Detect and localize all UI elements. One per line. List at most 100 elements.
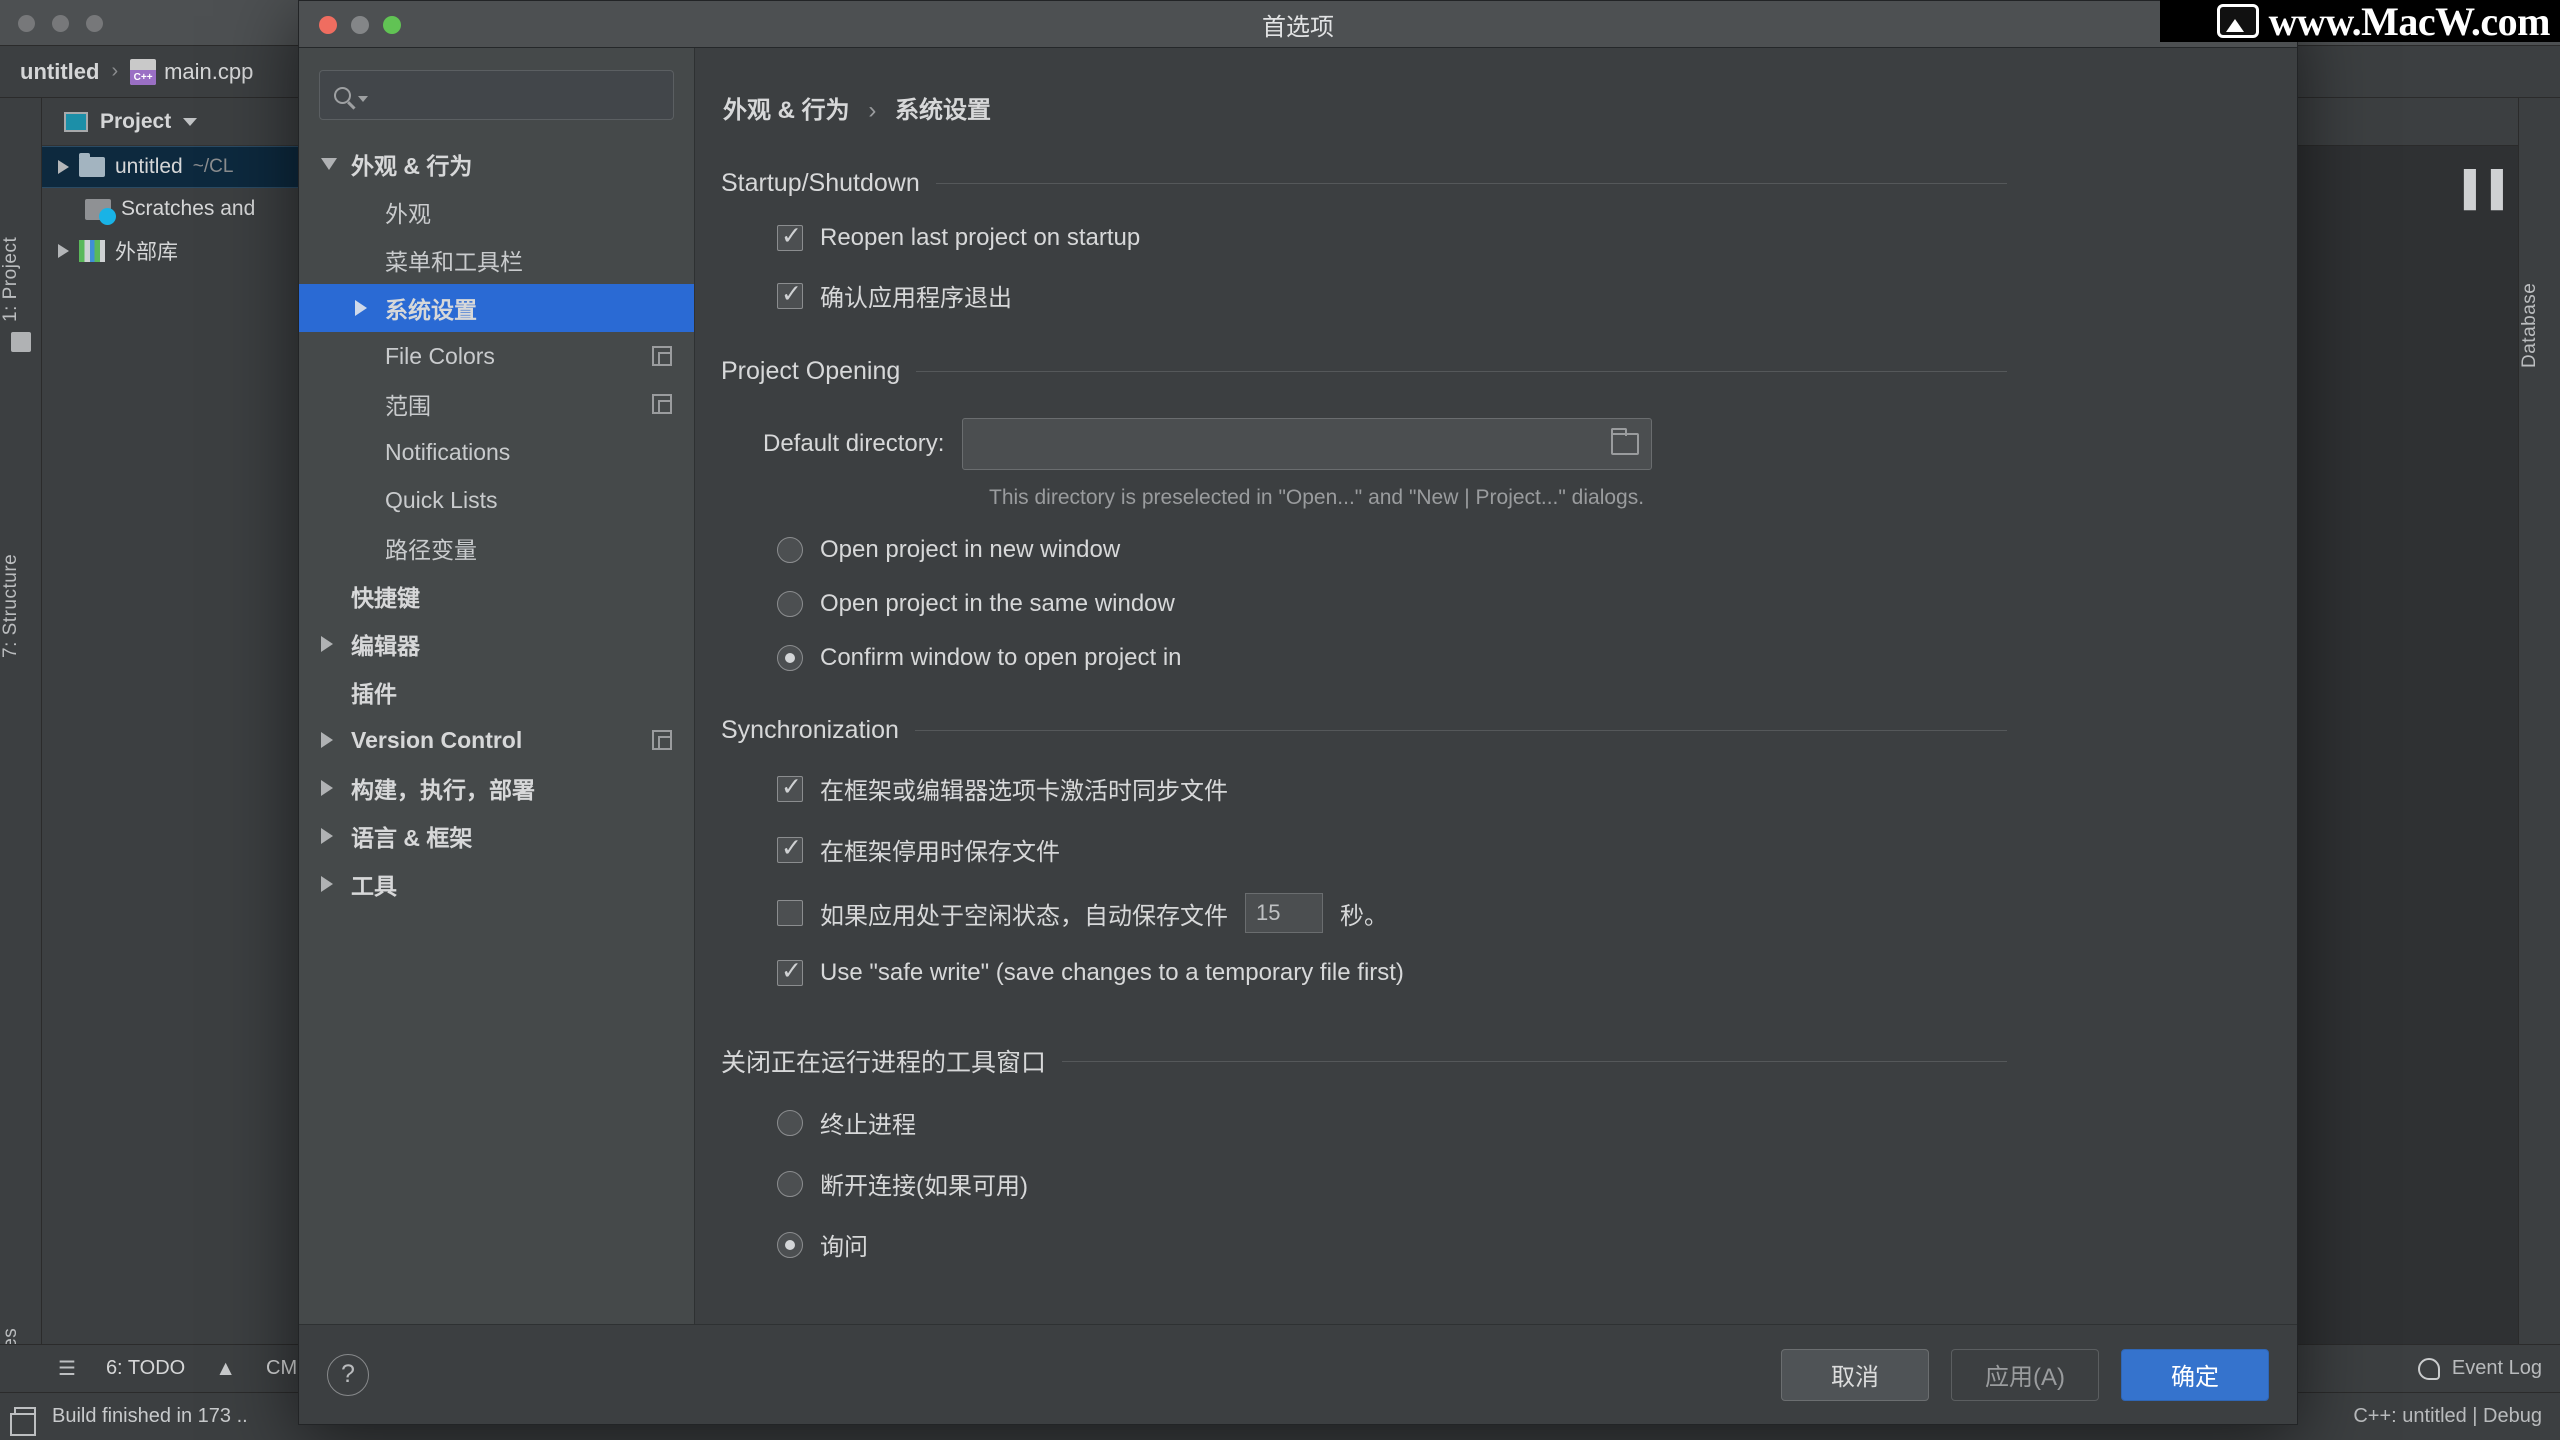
default-directory-field[interactable] <box>962 418 1653 470</box>
settings-category-item[interactable]: 工具 <box>299 860 694 908</box>
settings-category-item[interactable]: Quick Lists <box>299 476 694 524</box>
settings-category-item[interactable]: 菜单和工具栏 <box>299 236 694 284</box>
todo-list-icon: ☰ <box>58 1358 76 1380</box>
project-tree-row-external-libraries[interactable]: 外部库 <box>42 230 299 272</box>
settings-category-item[interactable]: 路径变量 <box>299 524 694 572</box>
chevron-right-icon[interactable] <box>321 876 333 892</box>
checkbox-icon[interactable] <box>777 833 803 863</box>
project-panel-header[interactable]: Project <box>42 98 299 146</box>
help-button[interactable]: ? <box>327 1353 369 1396</box>
chevron-right-icon[interactable] <box>321 828 333 844</box>
search-input[interactable] <box>372 83 673 107</box>
tool-tab-database[interactable]: Database <box>2519 138 2560 368</box>
settings-category-item[interactable]: 系统设置 <box>299 284 694 332</box>
settings-category-label: 工具 <box>351 873 397 899</box>
autosave-seconds-input[interactable] <box>1256 900 1322 926</box>
radio-icon[interactable] <box>777 537 803 563</box>
chevron-right-icon[interactable] <box>58 160 69 174</box>
tool-tab-structure[interactable]: 7: Structure <box>0 428 42 658</box>
chevron-right-icon[interactable] <box>321 636 333 652</box>
close-button[interactable] <box>319 16 337 34</box>
chevron-down-icon[interactable] <box>321 158 337 170</box>
ok-button[interactable]: 确定 <box>2121 1348 2269 1401</box>
tool-tab-cmake[interactable]: CM <box>266 1357 297 1380</box>
settings-category-label: 插件 <box>351 681 397 707</box>
checkbox-icon[interactable] <box>777 279 803 309</box>
tool-tab-todo[interactable]: 6: TODO <box>106 1357 185 1380</box>
section-title: Startup/Shutdown <box>721 169 920 197</box>
ide-zoom-button[interactable] <box>86 15 103 32</box>
cancel-button[interactable]: 取消 <box>1781 1348 1929 1401</box>
tool-tab-project[interactable]: 1: Project <box>0 112 42 322</box>
checkbox-icon[interactable] <box>777 221 803 251</box>
zoom-button[interactable] <box>383 16 401 34</box>
checkbox-icon[interactable] <box>777 772 803 802</box>
chevron-down-icon[interactable] <box>183 117 198 126</box>
radio-open-same-window[interactable]: Open project in the same window <box>777 590 2297 618</box>
settings-category-item[interactable]: Version Control <box>299 716 694 764</box>
chevron-down-icon[interactable] <box>358 95 368 102</box>
breadcrumb-parent[interactable]: 外观 & 行为 <box>723 97 850 124</box>
breadcrumb-file[interactable]: main.cpp <box>164 59 253 85</box>
settings-category-item[interactable]: 构建，执行，部署 <box>299 764 694 812</box>
radio-icon[interactable] <box>777 591 803 617</box>
radio-icon[interactable] <box>777 1231 803 1258</box>
radio-label: Confirm window to open project in <box>820 644 1182 671</box>
settings-category-label: 范围 <box>385 393 431 419</box>
copy-settings-icon[interactable] <box>652 346 672 366</box>
project-panel-title: Project <box>100 109 172 133</box>
minimize-button[interactable] <box>351 16 369 34</box>
radio-ask[interactable]: 询问 <box>777 1227 2297 1262</box>
radio-open-new-window[interactable]: Open project in new window <box>777 536 2297 564</box>
chevron-right-icon[interactable] <box>58 244 69 258</box>
checkbox-label: 如果应用处于空闲状态，自动保存文件 <box>820 902 1228 930</box>
search-icon <box>334 86 351 104</box>
folder-open-icon[interactable] <box>1610 428 1640 455</box>
section-divider <box>916 371 2007 372</box>
settings-category-item[interactable]: Notifications <box>299 428 694 476</box>
checkbox-icon[interactable] <box>777 900 803 926</box>
radio-icon[interactable] <box>777 1170 803 1197</box>
chevron-right-icon[interactable] <box>355 300 367 316</box>
checkbox-autosave-idle-row[interactable]: 如果应用处于空闲状态，自动保存文件 秒。 <box>777 893 2297 933</box>
checkbox-reopen-last-project[interactable]: Reopen last project on startup <box>777 221 2297 252</box>
radio-icon[interactable] <box>777 1109 803 1136</box>
checkbox-safe-write[interactable]: Use "safe write" (save changes to a temp… <box>777 956 2297 987</box>
autosave-seconds-field[interactable] <box>1245 893 1323 933</box>
settings-category-item[interactable]: 插件 <box>299 668 694 716</box>
breadcrumb-project[interactable]: untitled <box>20 59 99 85</box>
settings-category-label: Notifications <box>385 438 511 465</box>
warning-triangle-icon: ▲ <box>215 1356 237 1380</box>
chevron-right-icon[interactable] <box>321 780 333 796</box>
chevron-right-icon[interactable] <box>321 732 333 748</box>
copy-settings-icon[interactable] <box>652 394 672 414</box>
checkbox-save-on-frame-deactivation[interactable]: 在框架停用时保存文件 <box>777 832 2297 867</box>
radio-disconnect[interactable]: 断开连接(如果可用) <box>777 1166 2297 1201</box>
settings-category-item[interactable]: 编辑器 <box>299 620 694 668</box>
tool-tab-event-log[interactable]: Event Log <box>2452 1357 2542 1380</box>
apply-button[interactable]: 应用(A) <box>1951 1348 2099 1401</box>
settings-category-item[interactable]: File Colors <box>299 332 694 380</box>
settings-category-label: File Colors <box>385 342 495 369</box>
settings-category-item[interactable]: 范围 <box>299 380 694 428</box>
default-directory-input[interactable] <box>975 432 1612 456</box>
search-box[interactable] <box>319 70 674 120</box>
project-tree-row-untitled[interactable]: untitled ~/CL <box>42 146 299 188</box>
settings-category-item[interactable]: 快捷键 <box>299 572 694 620</box>
ide-close-button[interactable] <box>18 15 35 32</box>
project-tree-row-scratches[interactable]: Scratches and <box>42 188 299 230</box>
radio-terminate-process[interactable]: 终止进程 <box>777 1105 2297 1140</box>
settings-category-item[interactable]: 外观 <box>299 188 694 236</box>
section-divider <box>935 183 2007 184</box>
checkbox-icon[interactable] <box>777 956 803 986</box>
watermark: www.MacW.com <box>2216 0 2560 44</box>
settings-category-item[interactable]: 外观 & 行为 <box>299 140 694 188</box>
checkbox-confirm-app-exit[interactable]: 确认应用程序退出 <box>777 278 2297 313</box>
cpp-file-icon <box>130 58 157 85</box>
radio-icon[interactable] <box>777 645 803 671</box>
checkbox-sync-on-frame-activation[interactable]: 在框架或编辑器选项卡激活时同步文件 <box>777 771 2297 806</box>
ide-minimize-button[interactable] <box>52 15 69 32</box>
settings-category-item[interactable]: 语言 & 框架 <box>299 812 694 860</box>
radio-confirm-window[interactable]: Confirm window to open project in <box>777 644 2297 672</box>
copy-settings-icon[interactable] <box>652 730 672 750</box>
